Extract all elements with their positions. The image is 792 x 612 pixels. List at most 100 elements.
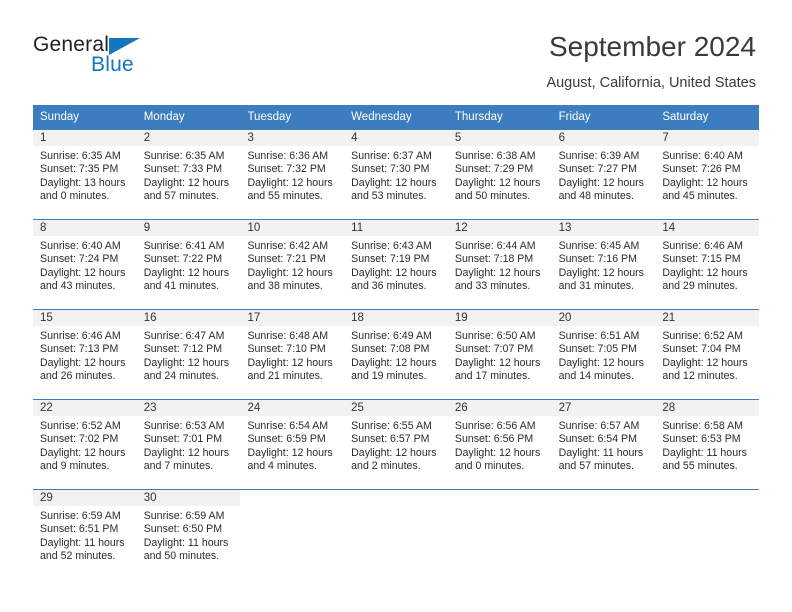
- day-details: [552, 506, 656, 510]
- calendar-day-cell[interactable]: 21 Sunrise: 6:52 AM Sunset: 7:04 PM Dayligh…: [655, 310, 760, 394]
- calendar-day-cell[interactable]: 24 Sunrise: 6:54 AM Sunset: 6:59 PM Dayligh…: [240, 400, 345, 484]
- sunset-text: Sunset: 7:04 PM: [662, 343, 741, 356]
- day-details: Sunrise: 6:53 AM Sunset: 7:01 PM Daylight:…: [137, 416, 241, 474]
- day-details: Sunrise: 6:40 AM Sunset: 7:26 PM Daylight:…: [655, 146, 759, 204]
- daylight-text-cont: and 0 minutes.: [454, 460, 525, 473]
- calendar-day-cell[interactable]: 2 Sunrise: 6:35 AM Sunset: 7:33 PM Daylight…: [136, 130, 241, 214]
- sunrise-text: Sunrise: 6:59 AM: [40, 510, 121, 522]
- calendar-day-cell[interactable]: 15 Sunrise: 6:46 AM Sunset: 7:13 PM Dayligh…: [33, 310, 137, 394]
- day-number-band: 1: [33, 130, 137, 146]
- calendar-day-cell[interactable]: 26 Sunrise: 6:56 AM Sunset: 6:56 PM Dayligh…: [447, 400, 552, 484]
- day-number: 22: [40, 402, 53, 414]
- sunset-text: Sunset: 7:07 PM: [454, 343, 534, 356]
- daylight-text-cont: and 50 minutes.: [454, 190, 531, 203]
- calendar-day-cell[interactable]: 22 Sunrise: 6:52 AM Sunset: 7:02 PM Dayligh…: [33, 400, 137, 484]
- daylight-text-cont: and 19 minutes.: [351, 370, 427, 383]
- calendar-day-cell[interactable]: 29 Sunrise: 6:59 AM Sunset: 6:51 PM Dayligh…: [33, 490, 137, 574]
- calendar-day-cell[interactable]: 17 Sunrise: 6:48 AM Sunset: 7:10 PM Dayligh…: [240, 310, 345, 394]
- daylight-text-cont: and 48 minutes.: [558, 190, 634, 203]
- sunset-text: Sunset: 7:32 PM: [247, 163, 326, 176]
- daylight-text: Daylight: 12 hours: [247, 266, 333, 279]
- logo[interactable]: General Blue: [33, 33, 183, 83]
- weekday-header-saturday: Saturday: [662, 111, 709, 123]
- day-number: 28: [662, 402, 676, 414]
- day-details: Sunrise: 6:48 AM Sunset: 7:10 PM Daylight:…: [240, 326, 344, 384]
- day-number-band: [655, 490, 759, 506]
- calendar-day-cell[interactable]: 18 Sunrise: 6:49 AM Sunset: 7:08 PM Dayligh…: [344, 310, 448, 394]
- daylight-text: Daylight: 12 hours: [40, 266, 126, 279]
- calendar-day-cell[interactable]: 13 Sunrise: 6:45 AM Sunset: 7:16 PM Dayligh…: [551, 220, 656, 304]
- day-details: [240, 506, 344, 510]
- day-number-band: 27: [551, 400, 656, 416]
- calendar-day-cell[interactable]: 30 Sunrise: 6:59 AM Sunset: 6:50 PM Dayligh…: [136, 490, 241, 574]
- daylight-text-cont: and 41 minutes.: [143, 280, 220, 293]
- daylight-text: Daylight: 12 hours: [40, 356, 126, 369]
- day-number: 18: [351, 312, 364, 324]
- day-number-band: 25: [344, 400, 448, 416]
- sunrise-text: Sunrise: 6:40 AM: [662, 150, 743, 162]
- day-details: Sunrise: 6:52 AM Sunset: 7:02 PM Daylight:…: [33, 416, 137, 474]
- sunset-text: Sunset: 6:59 PM: [247, 433, 326, 446]
- calendar-day-cell[interactable]: 1 Sunrise: 6:35 AM Sunset: 7:35 PM Daylight…: [33, 130, 137, 214]
- day-number: 5: [454, 132, 462, 144]
- calendar-day-cell[interactable]: 20 Sunrise: 6:51 AM Sunset: 7:05 PM Dayligh…: [551, 310, 656, 394]
- day-number: 9: [143, 222, 151, 234]
- calendar-day-cell[interactable]: 3 Sunrise: 6:36 AM Sunset: 7:32 PM Daylight…: [240, 130, 345, 214]
- day-details: Sunrise: 6:38 AM Sunset: 7:29 PM Daylight:…: [448, 146, 552, 204]
- calendar-day-cell[interactable]: 5 Sunrise: 6:38 AM Sunset: 7:29 PM Daylight…: [447, 130, 552, 214]
- daylight-text-cont: and 4 minutes.: [247, 460, 317, 473]
- day-details: [344, 506, 448, 510]
- sunset-text: Sunset: 7:13 PM: [40, 343, 119, 356]
- sunrise-text: Sunrise: 6:44 AM: [454, 240, 536, 252]
- calendar-day-cell[interactable]: 8 Sunrise: 6:40 AM Sunset: 7:24 PM Daylight…: [33, 220, 137, 304]
- calendar-day-cell[interactable]: 19 Sunrise: 6:50 AM Sunset: 7:07 PM Dayligh…: [447, 310, 552, 394]
- calendar-weeks: 1 Sunrise: 6:35 AM Sunset: 7:35 PM Daylight…: [33, 129, 760, 574]
- daylight-text-cont: and 24 minutes.: [143, 370, 220, 383]
- day-number: 17: [247, 312, 261, 324]
- day-number: 4: [351, 132, 358, 144]
- day-number: 24: [247, 402, 261, 414]
- calendar-day-cell[interactable]: 16 Sunrise: 6:47 AM Sunset: 7:12 PM Dayligh…: [136, 310, 241, 394]
- calendar-day-cell[interactable]: 7 Sunrise: 6:40 AM Sunset: 7:26 PM Daylight…: [655, 130, 760, 214]
- sunset-text: Sunset: 7:05 PM: [558, 343, 637, 356]
- daylight-text: Daylight: 12 hours: [143, 176, 230, 189]
- day-number-band: 20: [551, 310, 656, 326]
- calendar-day-cell[interactable]: 6 Sunrise: 6:39 AM Sunset: 7:27 PM Daylight…: [551, 130, 656, 214]
- day-details: Sunrise: 6:40 AM Sunset: 7:24 PM Daylight:…: [33, 236, 137, 294]
- calendar-day-cell[interactable]: 4 Sunrise: 6:37 AM Sunset: 7:30 PM Daylight…: [344, 130, 448, 214]
- day-number: 2: [143, 132, 151, 144]
- calendar-day-cell[interactable]: 12 Sunrise: 6:44 AM Sunset: 7:18 PM Dayligh…: [447, 220, 552, 304]
- daylight-text: Daylight: 12 hours: [351, 356, 437, 369]
- calendar-day-cell[interactable]: 14 Sunrise: 6:46 AM Sunset: 7:15 PM Dayligh…: [655, 220, 760, 304]
- sunrise-text: Sunrise: 6:55 AM: [351, 420, 432, 432]
- calendar-day-cell[interactable]: 10 Sunrise: 6:42 AM Sunset: 7:21 PM Dayligh…: [240, 220, 345, 304]
- sunrise-text: Sunrise: 6:41 AM: [143, 240, 225, 252]
- daylight-text: Daylight: 12 hours: [247, 176, 333, 189]
- daylight-text: Daylight: 12 hours: [351, 176, 437, 189]
- calendar-day-cell[interactable]: 9 Sunrise: 6:41 AM Sunset: 7:22 PM Daylight…: [136, 220, 241, 304]
- day-details: Sunrise: 6:51 AM Sunset: 7:05 PM Daylight:…: [552, 326, 656, 384]
- calendar-day-cell[interactable]: 28 Sunrise: 6:58 AM Sunset: 6:53 PM Dayligh…: [655, 400, 760, 484]
- day-number-band: 24: [240, 400, 345, 416]
- daylight-text-cont: and 2 minutes.: [351, 460, 421, 473]
- calendar-day-cell[interactable]: 25 Sunrise: 6:55 AM Sunset: 6:57 PM Dayligh…: [344, 400, 448, 484]
- daylight-text-cont: and 36 minutes.: [351, 280, 427, 293]
- day-number: 23: [143, 402, 157, 414]
- sunrise-text: Sunrise: 6:48 AM: [247, 330, 329, 342]
- daylight-text-cont: and 21 minutes.: [247, 370, 323, 383]
- day-details: Sunrise: 6:44 AM Sunset: 7:18 PM Daylight:…: [448, 236, 552, 294]
- day-number-band: 19: [447, 310, 552, 326]
- calendar-day-cell[interactable]: 27 Sunrise: 6:57 AM Sunset: 6:54 PM Dayligh…: [551, 400, 656, 484]
- calendar-day-cell[interactable]: 23 Sunrise: 6:53 AM Sunset: 7:01 PM Dayligh…: [136, 400, 241, 484]
- day-details: Sunrise: 6:39 AM Sunset: 7:27 PM Daylight:…: [552, 146, 656, 204]
- sunrise-text: Sunrise: 6:39 AM: [558, 150, 640, 162]
- daylight-text-cont: and 43 minutes.: [40, 280, 116, 293]
- calendar-day-cell[interactable]: 11 Sunrise: 6:43 AM Sunset: 7:19 PM Dayligh…: [344, 220, 448, 304]
- day-number-band: 26: [447, 400, 552, 416]
- sunrise-text: Sunrise: 6:54 AM: [247, 420, 329, 432]
- daylight-text-cont: and 12 minutes.: [662, 370, 738, 383]
- sunrise-text: Sunrise: 6:38 AM: [454, 150, 536, 162]
- title-block: September 2024 August, California, Unite…: [546, 30, 756, 92]
- day-number-band: 30: [136, 490, 241, 506]
- sunset-text: Sunset: 7:30 PM: [351, 163, 430, 176]
